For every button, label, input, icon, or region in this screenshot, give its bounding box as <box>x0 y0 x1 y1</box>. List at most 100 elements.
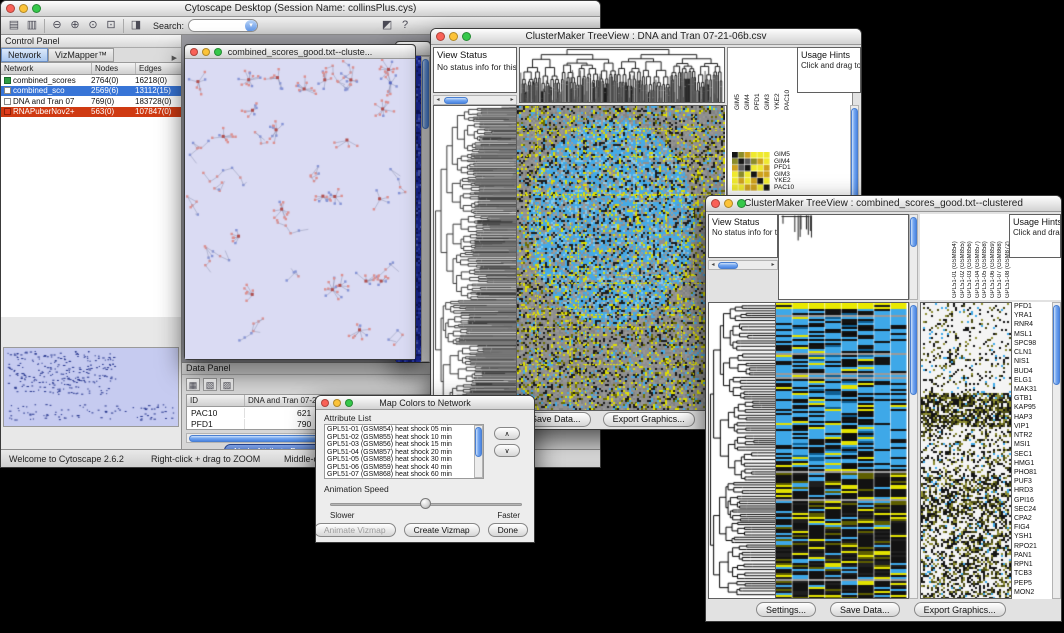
minimize-button[interactable] <box>19 4 28 13</box>
scroll-thumb[interactable] <box>444 97 468 104</box>
zoom-button[interactable] <box>345 399 353 407</box>
treeview-dna-titlebar[interactable]: ClusterMaker TreeView : DNA and Tran 07-… <box>431 29 861 45</box>
attribute-select-icon[interactable]: ▦ <box>186 378 200 391</box>
network-graph-canvas[interactable] <box>185 59 415 359</box>
attribute-item[interactable]: GPL51-03 (GSM856) heat shock 15 min <box>325 441 483 449</box>
col-id[interactable]: ID <box>187 395 245 406</box>
gene-label[interactable]: RNR4 <box>1012 320 1052 329</box>
column-label[interactable]: GPL51-04 (GSM857) <box>975 215 982 298</box>
main-window-titlebar[interactable]: Cytoscape Desktop (Session Name: collins… <box>1 1 600 17</box>
close-button[interactable] <box>321 399 329 407</box>
attribute-item[interactable]: GPL51-07 (GSM868) heat shock 60 min <box>325 471 483 479</box>
gene-label[interactable]: KAP95 <box>1012 403 1052 412</box>
zoom-out-icon[interactable]: ⊖ <box>48 18 66 33</box>
zoom-in-icon[interactable]: ⊕ <box>66 18 84 33</box>
tab-vizmapper[interactable]: VizMapper™ <box>48 48 114 62</box>
heatmap-vscrollbar[interactable] <box>909 302 918 599</box>
scroll-thumb[interactable] <box>475 427 482 457</box>
treeview-action-button[interactable]: Export Graphics... <box>914 602 1006 617</box>
attribute-item[interactable]: GPL51-05 (GSM858) heat shock 30 min <box>325 456 483 464</box>
gene-label[interactable]: NTR2 <box>1012 431 1052 440</box>
network-table-row[interactable]: DNA and Tran 07 769(0) 183728(0) <box>1 96 181 107</box>
gene-label[interactable]: MON2 <box>1012 588 1052 597</box>
gene-label[interactable]: CPA2 <box>1012 514 1052 523</box>
help-icon[interactable]: ? <box>396 18 414 33</box>
network-table-row[interactable]: combined_scores 2764(0) 16218(0) <box>1 75 181 86</box>
scroll-thumb[interactable] <box>910 217 917 247</box>
col-network[interactable]: Network <box>1 63 92 74</box>
gene-label[interactable]: MSI1 <box>1012 440 1052 449</box>
gene-label[interactable]: SPC98 <box>1012 339 1052 348</box>
attribute-create-icon[interactable]: ▧ <box>203 378 217 391</box>
move-down-button[interactable]: ∨ <box>494 444 520 457</box>
tab-scroll-right-icon[interactable]: ▶ <box>168 54 181 62</box>
gene-label[interactable]: PUF3 <box>1012 477 1052 486</box>
attribute-item[interactable]: GPL51-04 (GSM857) heat shock 20 min <box>325 449 483 457</box>
column-label[interactable]: GPL51-06 (GSM859) <box>990 215 997 298</box>
attribute-item[interactable]: GPL51-06 (GSM859) heat shock 40 min <box>325 464 483 472</box>
search-combobox[interactable]: ▾ <box>188 19 258 32</box>
zoom-button[interactable] <box>214 48 222 56</box>
zoom-selected-icon[interactable]: ⊙ <box>84 18 102 33</box>
heatmap-canvas[interactable] <box>517 106 725 410</box>
zoom-button[interactable] <box>737 199 746 208</box>
treeview-action-button[interactable]: Export Graphics... <box>603 412 695 427</box>
minimize-button[interactable] <box>333 399 341 407</box>
close-button[interactable] <box>6 4 15 13</box>
column-dendrogram-canvas[interactable] <box>779 215 908 299</box>
scroll-right-icon[interactable]: ▸ <box>508 96 516 105</box>
network-overview-thumbnail[interactable] <box>4 348 178 426</box>
top-vscrollbar[interactable] <box>909 214 918 300</box>
gene-label[interactable]: GTB1 <box>1012 394 1052 403</box>
gene-label[interactable]: GPI16 <box>1012 496 1052 505</box>
column-label[interactable]: PAC10 <box>784 50 791 110</box>
correlation-matrix-canvas[interactable] <box>732 152 770 191</box>
column-label[interactable]: GIM4 <box>744 50 751 110</box>
network-view-titlebar[interactable]: combined_scores_good.txt--cluste... <box>185 45 415 59</box>
move-up-button[interactable]: ∧ <box>494 427 520 440</box>
column-dendrogram-canvas[interactable] <box>520 48 724 102</box>
dialog-button[interactable]: Create Vizmap <box>404 523 480 537</box>
column-label[interactable]: PFD1 <box>754 50 761 110</box>
scroll-thumb[interactable] <box>910 305 917 395</box>
gene-label[interactable]: BUD4 <box>1012 367 1052 376</box>
save-session-icon[interactable]: ▥ <box>23 18 41 33</box>
column-label[interactable]: GIM3 <box>764 50 771 110</box>
heatmap-main-canvas[interactable] <box>776 303 907 598</box>
minimize-button[interactable] <box>724 199 733 208</box>
column-label[interactable]: GPL51-02 (GSM855) <box>960 215 967 298</box>
open-file-icon[interactable]: ▤ <box>5 18 23 33</box>
close-button[interactable] <box>436 32 445 41</box>
gene-label[interactable]: PHO81 <box>1012 468 1052 477</box>
scroll-thumb[interactable] <box>718 262 738 269</box>
gene-list-vscrollbar[interactable] <box>1052 302 1061 599</box>
gene-label[interactable]: RPO21 <box>1012 542 1052 551</box>
attribute-item[interactable]: GPL51-01 (GSM854) heat shock 05 min <box>325 426 483 434</box>
vizmapper-icon[interactable]: ◩ <box>378 18 396 33</box>
gene-label[interactable]: HRD3 <box>1012 486 1052 495</box>
listbox-vscrollbar[interactable] <box>474 425 483 478</box>
map-colors-titlebar[interactable]: Map Colors to Network <box>316 396 534 410</box>
gene-label[interactable]: PFD1 <box>1012 302 1052 311</box>
dense-vertical-scrollbar[interactable] <box>421 56 430 362</box>
column-label[interactable]: GIM5 <box>734 50 741 110</box>
gene-label[interactable]: ELG1 <box>1012 376 1052 385</box>
gene-label[interactable]: PEP5 <box>1012 579 1052 588</box>
attribute-item[interactable]: GPL51-02 (GSM855) heat shock 10 min <box>325 434 483 442</box>
gene-label[interactable]: NIS1 <box>1012 357 1052 366</box>
minimize-button[interactable] <box>202 48 210 56</box>
treeview-action-button[interactable]: Save Data... <box>830 602 900 617</box>
animation-speed-slider[interactable] <box>330 498 522 510</box>
dialog-button[interactable]: Done <box>488 523 528 537</box>
attribute-listbox[interactable]: GPL51-01 (GSM854) heat shock 05 minGPL51… <box>324 424 484 479</box>
network-table-row[interactable]: combined_sco 2569(6) 13112(15) <box>1 86 181 97</box>
column-label[interactable]: GPL51-03 (GSM856) <box>967 215 974 298</box>
gene-label[interactable]: PAN1 <box>1012 551 1052 560</box>
scroll-left-icon[interactable]: ◂ <box>709 261 717 270</box>
gene-label[interactable]: CLN1 <box>1012 348 1052 357</box>
network-table-row[interactable]: RNAPuberNov2+ 563(0) 107847(0) <box>1 107 181 118</box>
gene-label[interactable]: SEC24 <box>1012 505 1052 514</box>
gene-label[interactable]: SEC1 <box>1012 450 1052 459</box>
zoom-button[interactable] <box>32 4 41 13</box>
gene-label[interactable]: VIP1 <box>1012 422 1052 431</box>
